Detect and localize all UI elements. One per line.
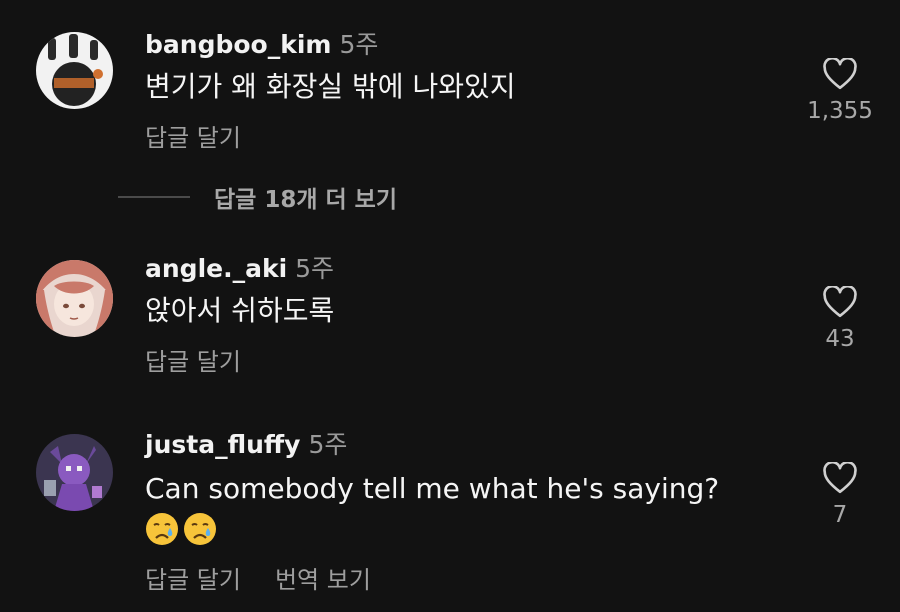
avatar[interactable] (36, 32, 113, 109)
comment-text: 변기가 왜 화장실 밖에 나와있지 (145, 70, 516, 103)
avatar[interactable] (36, 260, 113, 337)
like-group: 1,355 (802, 58, 878, 124)
comment-body: bangboo_kim 5주 변기가 왜 화장실 밖에 나와있지 답글 달기 (145, 30, 790, 153)
comment-text: 앉아서 쉬하도록 (145, 294, 335, 327)
comment-meta: bangboo_kim 5주 (145, 30, 790, 60)
username[interactable]: angle._aki (145, 254, 287, 283)
like-count: 43 (825, 326, 855, 352)
timestamp: 5주 (295, 254, 335, 283)
like-group: 7 (802, 462, 878, 528)
comment-text-content: Can somebody tell me what he's saying? (145, 472, 720, 505)
comment-text: Can somebody tell me what he's saying? (145, 470, 790, 508)
avatar-purple-character-icon (36, 434, 113, 511)
view-more-replies-label: 답글 18개 더 보기 (214, 187, 397, 213)
reply-button[interactable]: 답글 달기 (145, 348, 241, 376)
like-count: 7 (832, 502, 848, 528)
timestamp: 5주 (308, 430, 348, 459)
comment-actions: 답글 달기 번역 보기 (145, 560, 790, 595)
comment-body: justa_fluffy 5주 Can somebody tell me what… (145, 430, 790, 595)
crying-face-emoji (146, 513, 178, 545)
comment-actions: 답글 달기 (145, 118, 790, 153)
comment-emojis (145, 512, 790, 550)
comments-panel: bangboo_kim 5주 변기가 왜 화장실 밖에 나와있지 답글 달기 1,… (0, 0, 900, 612)
reply-button[interactable]: 답글 달기 (145, 566, 241, 594)
username[interactable]: bangboo_kim (145, 30, 331, 59)
avatar[interactable] (36, 434, 113, 511)
translate-button[interactable]: 번역 보기 (275, 566, 371, 594)
view-more-replies-button[interactable]: 답글 18개 더 보기 (118, 180, 397, 214)
comment-actions: 답글 달기 (145, 342, 790, 377)
like-count: 1,355 (807, 98, 873, 124)
heart-icon[interactable] (822, 286, 858, 318)
divider (118, 196, 190, 198)
crying-face-emoji (184, 513, 216, 545)
comment-meta: angle._aki 5주 (145, 254, 790, 284)
reply-button[interactable]: 답글 달기 (145, 124, 241, 152)
comment-meta: justa_fluffy 5주 (145, 430, 790, 460)
avatar-anime-girl-icon (36, 260, 113, 337)
like-group: 43 (802, 286, 878, 352)
heart-icon[interactable] (822, 58, 858, 90)
avatar-photo-icon (36, 32, 113, 109)
comment-body: angle._aki 5주 앉아서 쉬하도록 답글 달기 (145, 254, 790, 377)
username[interactable]: justa_fluffy (145, 430, 300, 459)
heart-icon[interactable] (822, 462, 858, 494)
timestamp: 5주 (339, 30, 379, 59)
